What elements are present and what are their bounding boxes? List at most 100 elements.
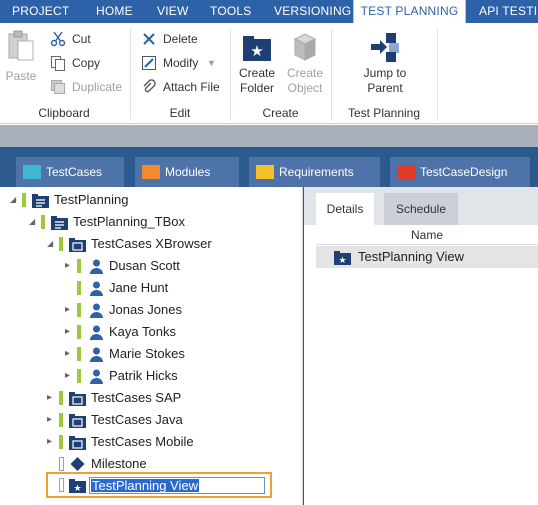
collapsed-arrow-icon[interactable]: ▸ — [65, 343, 75, 365]
tree-node-testcases-java[interactable]: ▸ TestCases Java — [0, 409, 303, 431]
rename-field[interactable]: TestPlanning View — [89, 477, 265, 494]
details-pane: Details Schedule Name ★ TestPlanning Vie… — [304, 187, 538, 505]
view-star-icon: ★ — [334, 251, 351, 265]
tab-details[interactable]: Details — [316, 193, 374, 225]
create-folder-label-1: Create — [238, 66, 276, 80]
expanded-arrow-icon[interactable]: ◢ — [10, 189, 20, 211]
pane-tab-label: TestCases — [46, 165, 103, 179]
tree-node-kaya-tonks[interactable]: ▸ Kaya Tonks — [0, 321, 303, 343]
tab-test-planning[interactable]: TEST PLANNING — [353, 0, 466, 23]
folder-icon — [397, 165, 415, 179]
details-row-label: TestPlanning View — [358, 249, 464, 264]
create-folder-label-2: Folder — [239, 81, 274, 95]
tab-view[interactable]: VIEW — [157, 0, 188, 23]
planning-folder-icon — [51, 216, 68, 230]
tree-node-marie-stokes[interactable]: ▸ Marie Stokes — [0, 343, 303, 365]
status-bar — [77, 259, 81, 273]
testcase-folder-icon — [69, 238, 86, 252]
cube-icon — [293, 33, 317, 61]
tree-node-label: TestPlanning_TBox — [73, 214, 186, 229]
tree-node-testcases-sap[interactable]: ▸ TestCases SAP — [0, 387, 303, 409]
delete-label: Delete — [163, 32, 198, 46]
details-row[interactable]: ★ TestPlanning View — [316, 246, 538, 268]
jump-to-parent-button[interactable]: Jump to Parent — [356, 31, 414, 96]
create-folder-button[interactable]: ★ Create Folder — [236, 31, 278, 96]
collapsed-arrow-icon[interactable]: ▸ — [47, 387, 57, 409]
modify-label: Modify — [163, 56, 199, 70]
status-bar — [59, 478, 64, 492]
jump-label-2: Parent — [367, 81, 403, 95]
duplicate-icon — [51, 80, 65, 94]
view-star-icon: ★ — [69, 479, 86, 493]
tab-tools[interactable]: TOOLS — [210, 0, 251, 23]
rename-field-value: TestPlanning View — [91, 478, 199, 493]
expanded-arrow-icon[interactable]: ◢ — [29, 211, 39, 233]
tree-node-label: Marie Stokes — [109, 346, 185, 361]
tree-node-testcases-mobile[interactable]: ▸ TestCases Mobile — [0, 431, 303, 453]
pane-tab-testcases[interactable]: TestCases — [16, 157, 124, 187]
tree-node-label: TestCases XBrowser — [91, 236, 212, 251]
tab-project[interactable]: PROJECT — [12, 0, 69, 23]
jump-to-parent-icon — [371, 33, 399, 62]
status-bar — [41, 215, 45, 229]
scissors-icon — [50, 31, 66, 47]
tab-schedule[interactable]: Schedule — [384, 193, 458, 225]
collapsed-arrow-icon[interactable]: ▸ — [65, 365, 75, 387]
jump-label-1: Jump to — [363, 66, 407, 80]
tree-node-testplanning-view[interactable]: ★ TestPlanning View — [0, 474, 303, 496]
details-tab-strip: Details Schedule — [304, 187, 538, 225]
person-icon — [90, 325, 103, 340]
tree-node-label: Dusan Scott — [109, 258, 180, 273]
pane-tab-modules[interactable]: Modules — [135, 157, 239, 187]
collapsed-arrow-icon[interactable]: ▸ — [47, 409, 57, 431]
tree-node-label: Kaya Tonks — [109, 324, 176, 339]
collapsed-arrow-icon[interactable]: ▸ — [65, 255, 75, 277]
tree-node-jonas-jones[interactable]: ▸ Jonas Jones — [0, 299, 303, 321]
status-bar — [77, 281, 81, 295]
pane-tab-testcasedesign[interactable]: TestCaseDesign — [390, 157, 530, 187]
copy-label: Copy — [72, 56, 101, 70]
person-icon — [90, 369, 103, 384]
tab-versioning[interactable]: VERSIONING — [274, 0, 351, 23]
column-header-name[interactable]: Name — [316, 225, 538, 245]
status-bar — [77, 369, 81, 383]
group-divider — [437, 29, 438, 121]
folder-icon — [256, 165, 274, 179]
tree-node-dusan-scott[interactable]: ▸ Dusan Scott — [0, 255, 303, 277]
paste-label: Paste — [5, 69, 37, 83]
svg-text:★: ★ — [73, 484, 81, 493]
planning-folder-icon — [32, 194, 49, 208]
folder-star-icon: ★ — [243, 36, 271, 61]
paste-icon — [8, 30, 34, 61]
paperclip-icon — [143, 79, 156, 93]
tree-node-testplanning-tbox[interactable]: ◢ TestPlanning_TBox — [0, 211, 303, 233]
tree-node-testplanning[interactable]: ◢ TestPlanning — [0, 189, 303, 211]
collapsed-arrow-icon[interactable]: ▸ — [65, 299, 75, 321]
tree-node-label: Jonas Jones — [109, 302, 182, 317]
collapsed-arrow-icon[interactable]: ▸ — [65, 321, 75, 343]
tree-node-label: TestCases Java — [91, 412, 183, 427]
create-object-button[interactable]: Create Object — [284, 31, 326, 96]
pane-tab-label: Requirements — [279, 165, 354, 179]
paste-button[interactable]: Paste — [2, 29, 40, 89]
status-bar — [59, 457, 64, 471]
testcase-folder-icon — [69, 414, 86, 428]
tree-node-patrik-hicks[interactable]: ▸ Patrik Hicks — [0, 365, 303, 387]
tree-node-jane-hunt[interactable]: Jane Hunt — [0, 277, 303, 299]
status-bar — [77, 325, 81, 339]
svg-text:★: ★ — [250, 42, 263, 60]
tree-pane: ◢ TestPlanning ◢ TestPlanning_TBox ◢ Tes… — [0, 187, 303, 505]
cut-label: Cut — [72, 32, 91, 46]
ribbon: Paste Cut Copy Duplicate Clipboard Delet… — [0, 23, 538, 124]
collapsed-arrow-icon[interactable]: ▸ — [47, 431, 57, 453]
tab-api-testing[interactable]: API TESTIN — [479, 0, 538, 23]
person-icon — [90, 303, 103, 318]
expanded-arrow-icon[interactable]: ◢ — [47, 233, 57, 255]
status-bar — [22, 193, 26, 207]
svg-text:★: ★ — [338, 256, 346, 265]
delete-x-icon — [143, 33, 155, 45]
tab-home[interactable]: HOME — [96, 0, 133, 23]
tree-node-testcases-xbrowser[interactable]: ◢ TestCases XBrowser — [0, 233, 303, 255]
edit-group-label: Edit — [169, 106, 191, 120]
pane-tab-requirements[interactable]: Requirements — [249, 157, 380, 187]
